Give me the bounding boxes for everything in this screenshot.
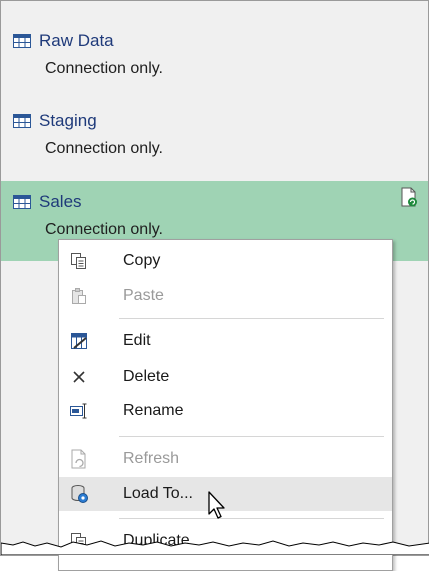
- menu-item-refresh[interactable]: Refresh: [59, 442, 392, 476]
- queries-pane: Raw Data Connection only. Staging Connec…: [0, 0, 429, 571]
- menu-item-label: Refresh: [123, 450, 180, 467]
- mouse-pointer-icon: [208, 491, 225, 519]
- query-header: Staging: [13, 107, 97, 135]
- menu-separator: [119, 518, 384, 519]
- menu-separator: [119, 436, 384, 437]
- menu-item-label: Delete: [123, 368, 170, 385]
- load-to-icon: [69, 484, 89, 504]
- table-icon: [13, 34, 31, 48]
- delete-icon: [69, 367, 89, 387]
- query-header: Raw Data: [13, 27, 114, 55]
- query-name: Sales: [39, 192, 82, 211]
- query-header: Sales: [13, 188, 82, 216]
- query-item-staging[interactable]: Staging Connection only.: [1, 107, 428, 167]
- edit-icon: [69, 331, 89, 351]
- menu-item-label: Paste: [123, 287, 164, 304]
- menu-item-rename[interactable]: Rename: [59, 394, 392, 428]
- menu-item-paste[interactable]: Paste: [59, 279, 392, 313]
- menu-item-delete[interactable]: Delete: [59, 360, 392, 394]
- rename-icon: [69, 401, 89, 421]
- menu-item-label: Copy: [123, 252, 161, 269]
- menu-item-label: Load To...: [123, 485, 193, 502]
- torn-edge: [1, 540, 429, 555]
- query-status: Connection only.: [45, 221, 163, 238]
- menu-item-label: Rename: [123, 402, 184, 419]
- table-icon: [13, 114, 31, 128]
- copy-icon: [69, 251, 89, 271]
- query-status: Connection only.: [45, 140, 163, 157]
- menu-separator: [119, 318, 384, 319]
- menu-item-label: Edit: [123, 332, 151, 349]
- refresh-icon: [69, 449, 89, 469]
- menu-item-edit[interactable]: Edit: [59, 324, 392, 358]
- query-item-raw-data[interactable]: Raw Data Connection only.: [1, 27, 428, 87]
- query-refresh-icon[interactable]: [400, 187, 418, 207]
- menu-item-copy[interactable]: Copy: [59, 244, 392, 278]
- table-icon: [13, 195, 31, 209]
- query-name: Raw Data: [39, 31, 114, 50]
- query-name: Staging: [39, 111, 97, 130]
- query-status: Connection only.: [45, 60, 163, 77]
- paste-icon: [69, 286, 89, 306]
